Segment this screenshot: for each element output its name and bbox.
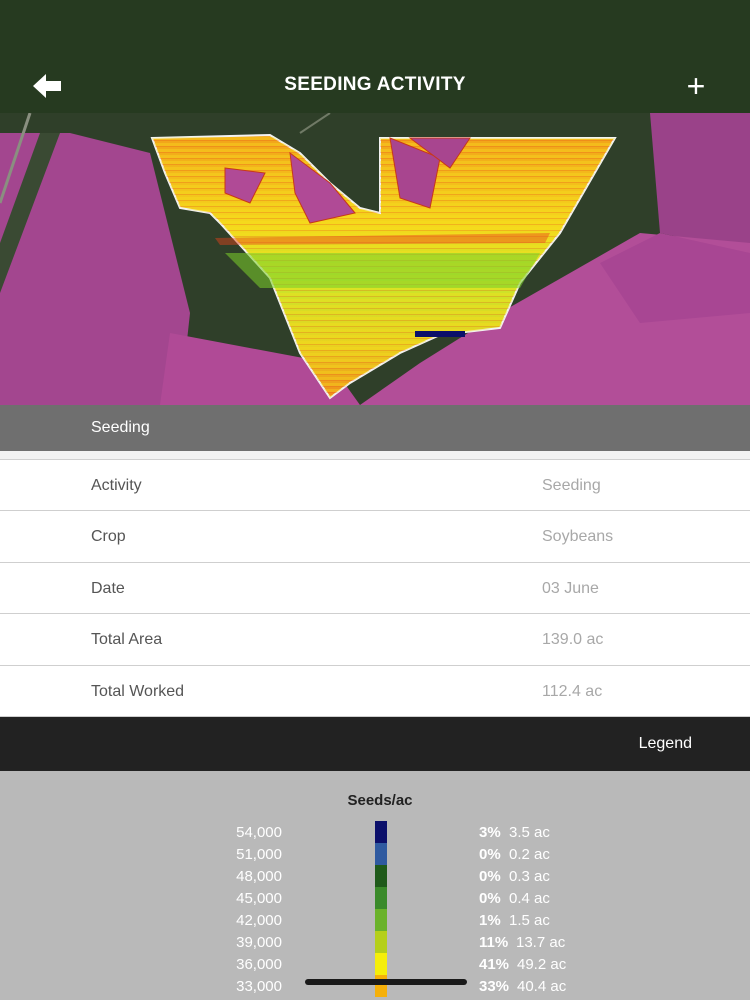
legend-color-swatch — [375, 953, 387, 975]
legend-color-swatch — [375, 843, 387, 865]
section-title: Seeding — [91, 419, 150, 436]
detail-row-crop: Crop Soybeans — [0, 511, 750, 563]
detail-row-total-area: Total Area 139.0 ac — [0, 614, 750, 666]
legend-toggle-label[interactable]: Legend — [639, 735, 692, 753]
page-title: SEEDING ACTIVITY — [284, 74, 466, 95]
detail-row-activity: Activity Seeding — [0, 460, 750, 512]
detail-label: Total Area — [91, 631, 163, 649]
legend-area: 0.4 ac — [509, 890, 550, 907]
legend-row: 45,000 0% 0.4 ac — [0, 887, 750, 909]
legend-percent: 0% — [479, 890, 501, 907]
legend-percent: 1% — [479, 912, 501, 929]
top-app-bar: SEEDING ACTIVITY + — [0, 0, 750, 113]
home-indicator[interactable] — [305, 979, 467, 985]
legend-seed-rate: 54,000 — [236, 824, 282, 841]
detail-label: Activity — [91, 477, 142, 494]
legend-area: 40.4 ac — [517, 978, 567, 995]
section-header: Seeding — [0, 405, 750, 451]
detail-row-total-worked: Total Worked 112.4 ac — [0, 665, 750, 717]
legend-color-swatch — [375, 887, 387, 909]
detail-value: Seeding — [542, 477, 601, 494]
plus-icon: + — [686, 68, 706, 104]
legend-percent: 11% — [479, 934, 509, 951]
legend-percent: 33% — [479, 978, 510, 995]
add-button[interactable]: + — [682, 70, 710, 102]
legend-area: 0.2 ac — [509, 846, 550, 863]
legend-seed-rate: 36,000 — [236, 956, 282, 973]
section-spacer — [0, 451, 750, 460]
legend-percent: 0% — [479, 846, 501, 863]
legend-row: 39,000 11% 13.7 ac — [0, 931, 750, 953]
legend-seed-rate: 39,000 — [236, 934, 282, 951]
legend-percent: 0% — [479, 868, 501, 885]
legend-title: Seeds/ac — [347, 792, 413, 809]
legend-panel: Seeds/ac 54,000 3% 3.5 ac 51,000 0% 0.2 ac 48,… — [0, 771, 750, 1000]
detail-row-date: Date 03 June — [0, 562, 750, 615]
detail-value: 03 June — [542, 579, 599, 597]
legend-color-swatch — [375, 909, 387, 931]
legend-seed-rate: 51,000 — [236, 846, 282, 863]
legend-color-swatch — [375, 821, 387, 843]
detail-label: Crop — [91, 528, 126, 546]
legend-seed-rate: 42,000 — [236, 912, 282, 929]
detail-value: 112.4 ac — [542, 682, 603, 700]
legend-area: 13.7 ac — [516, 934, 566, 951]
legend-toggle-bar[interactable]: Legend — [0, 717, 750, 771]
satellite-map-image — [0, 113, 750, 405]
detail-value: Soybeans — [542, 528, 614, 546]
legend-row: 51,000 0% 0.2 ac — [0, 843, 750, 865]
detail-label: Total Worked — [91, 682, 185, 700]
legend-color-swatch — [375, 931, 387, 953]
field-map[interactable] — [0, 113, 750, 405]
legend-area: 3.5 ac — [509, 824, 550, 841]
legend-seed-rate: 33,000 — [236, 978, 282, 995]
legend-area: 0.3 ac — [509, 868, 550, 885]
detail-value: 139.0 ac — [542, 631, 604, 649]
legend-percent: 3% — [479, 824, 501, 841]
legend-seed-rate: 48,000 — [236, 868, 282, 885]
legend-row: 36,000 41% 49.2 ac — [0, 953, 750, 975]
legend-area: 49.2 ac — [517, 956, 567, 973]
detail-label: Date — [91, 579, 125, 597]
legend-row: 48,000 0% 0.3 ac — [0, 865, 750, 887]
legend-row: 54,000 3% 3.5 ac — [0, 821, 750, 843]
legend-color-swatch — [375, 865, 387, 887]
legend-percent: 41% — [479, 956, 510, 973]
details-list: Activity Seeding Crop Soybeans Date 03 J… — [0, 460, 750, 717]
legend-area: 1.5 ac — [509, 912, 550, 929]
legend-seed-rate: 45,000 — [236, 890, 282, 907]
legend-row: 42,000 1% 1.5 ac — [0, 909, 750, 931]
